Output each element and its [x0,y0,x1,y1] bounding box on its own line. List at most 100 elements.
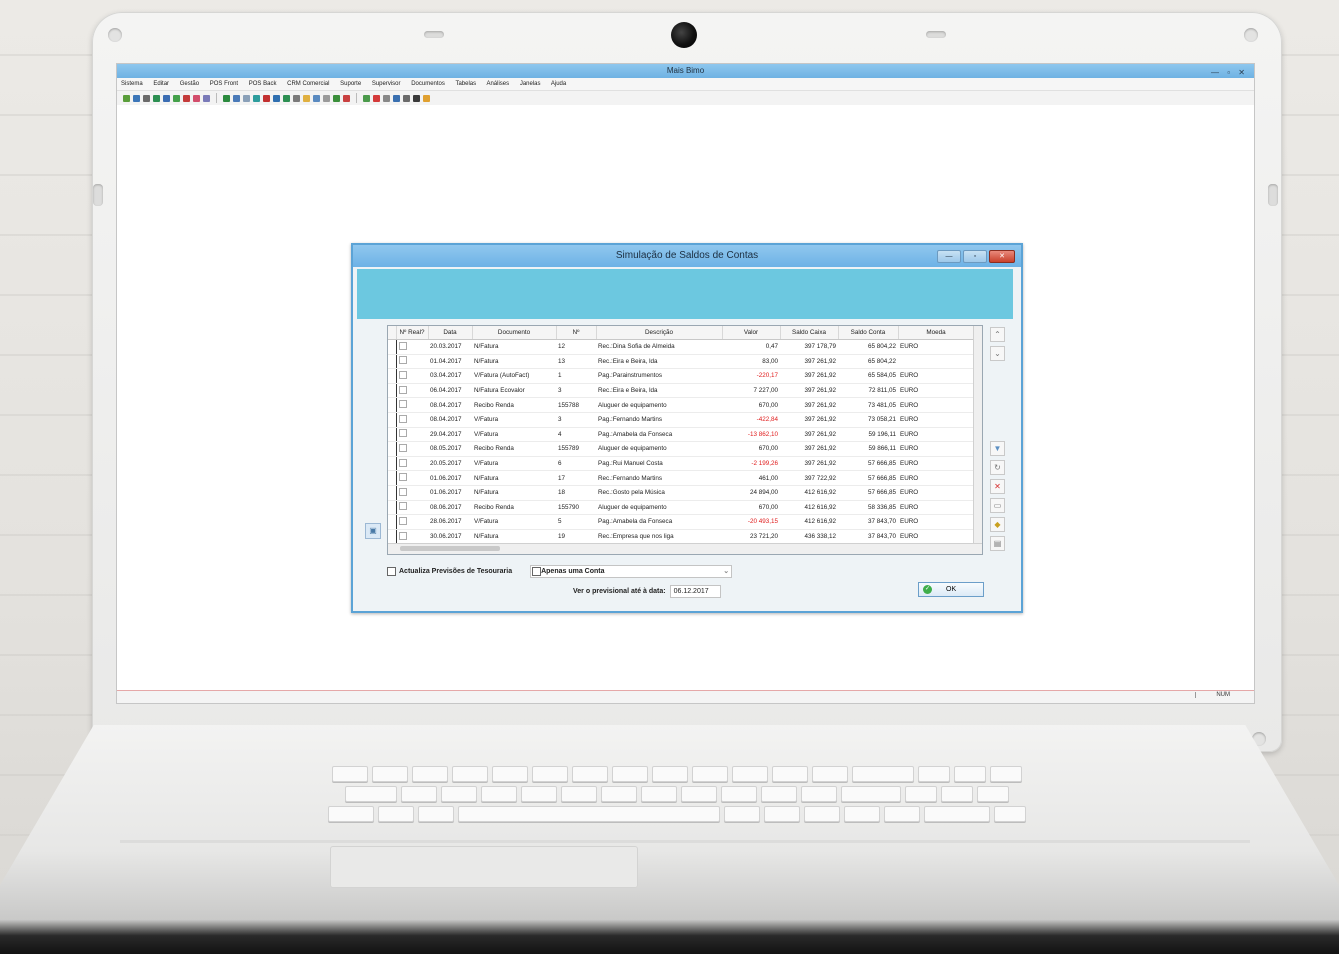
menu-editar[interactable]: Editar [153,81,169,87]
key[interactable] [977,786,1009,802]
key[interactable] [994,806,1026,822]
refresh-icon[interactable]: ↻ [990,460,1005,475]
ok-button[interactable]: ✓ OK [918,582,984,597]
calendar-icon[interactable]: ▣ [365,523,381,539]
real-checkbox[interactable] [398,400,407,409]
key[interactable] [772,766,808,782]
key[interactable] [764,806,800,822]
key[interactable] [681,786,717,802]
toolbar-icon[interactable] [323,94,330,102]
toolbar-icon[interactable] [153,94,160,102]
toolbar-icon[interactable] [163,94,170,102]
table-row[interactable]: 29.04.2017 V/Fatura 4 Pag.:Amabela da Fonse… [388,427,974,443]
key[interactable] [692,766,728,782]
scroll-up-icon[interactable]: ⌃ [990,327,1005,342]
real-checkbox[interactable] [398,370,407,379]
toolbar-icon[interactable] [193,94,200,102]
only-one-account-combo[interactable]: Apenas uma Conta ⌄ [530,565,733,578]
menu-ajuda[interactable]: Ajuda [551,81,566,87]
real-checkbox[interactable] [398,385,407,394]
table-row[interactable]: 06.04.2017 N/Fatura Ecovalor 3 Rec.:Eira e … [388,383,974,399]
table-row[interactable]: 28.06.2017 V/Fatura 5 Pag.:Amabela da Fonse… [388,514,974,530]
menu-supervisor[interactable]: Supervisor [372,81,401,87]
key[interactable] [812,766,848,782]
toolbar-icon[interactable] [283,94,290,102]
key[interactable] [990,766,1022,782]
key[interactable] [954,766,986,782]
scroll-down-icon[interactable]: ⌄ [990,346,1005,361]
table-row[interactable]: 20.05.2017 V/Fatura 6 Pag.:Rui Manuel Costa… [388,456,974,472]
key[interactable] [841,786,901,802]
real-checkbox[interactable] [398,429,407,438]
document-icon[interactable]: ▭ [990,498,1005,513]
column-header-value[interactable]: Valor [722,326,781,340]
key[interactable] [801,786,837,802]
column-header-description[interactable]: Descrição [596,326,723,340]
column-header-document[interactable]: Documento [472,326,557,340]
menu-pos-back[interactable]: POS Back [249,81,277,87]
toolbar-icon[interactable] [393,94,400,102]
table-row[interactable]: 20.03.2017 N/Fatura 12 Rec.:Dina Sofia de A… [388,339,974,355]
toolbar-icon[interactable] [383,94,390,102]
forecast-date-field[interactable]: 06.12.2017 [669,585,721,598]
real-checkbox[interactable] [398,356,407,365]
key[interactable] [481,786,517,802]
toolbar-icon[interactable] [183,94,190,102]
column-header-number[interactable]: Nº [556,326,597,340]
update-forecasts-checkbox[interactable]: Actualiza Previsões de Tesouraria [387,567,512,576]
key[interactable] [418,806,454,822]
toolbar-icon[interactable] [293,94,300,102]
real-checkbox[interactable] [398,414,407,423]
toolbar-icon[interactable] [303,94,310,102]
key[interactable] [328,806,374,822]
real-checkbox[interactable] [398,516,407,525]
table-row[interactable]: 01.06.2017 N/Fatura 17 Rec.:Fernando Martin… [388,470,974,486]
key[interactable] [732,766,768,782]
toolbar-icon[interactable] [333,94,340,102]
column-header-account-balance[interactable]: Saldo Conta [838,326,899,340]
key[interactable] [884,806,920,822]
toolbar-icon[interactable] [403,94,410,102]
column-header-date[interactable]: Data [428,326,473,340]
checkbox-box[interactable] [532,567,542,576]
key[interactable] [572,766,608,782]
toolbar-icon[interactable] [413,94,420,102]
key[interactable] [532,766,568,782]
table-row[interactable]: 01.06.2017 N/Fatura 18 Rec.:Gosto pela Músi… [388,485,974,501]
toolbar-icon[interactable] [203,94,210,102]
menu-pos-front[interactable]: POS Front [210,81,238,87]
filter-icon[interactable]: ▼ [990,441,1005,456]
toolbar-icon[interactable] [173,94,180,102]
dialog-minimize-button[interactable]: — [937,250,961,263]
key[interactable] [345,786,397,802]
delete-icon[interactable]: ✕ [990,479,1005,494]
key[interactable] [905,786,937,802]
menu-analises[interactable]: Análises [486,81,509,87]
table-row[interactable]: 03.04.2017 V/Fatura (AutoFact) 1 Pag.:Parai… [388,368,974,384]
key[interactable] [721,786,757,802]
table-row[interactable]: 08.06.2017 Recibo Renda 155790 Aluguer de e… [388,500,974,516]
toolbar-icon[interactable] [423,94,430,102]
real-checkbox[interactable] [398,487,407,496]
toolbar-icon[interactable] [123,94,130,102]
real-checkbox[interactable] [398,531,407,540]
key[interactable] [521,786,557,802]
key[interactable] [492,766,528,782]
toolbar-icon[interactable] [223,94,230,102]
key[interactable] [561,786,597,802]
menu-gestao[interactable]: Gestão [180,81,199,87]
key[interactable] [372,766,408,782]
column-header-cash-balance[interactable]: Saldo Caixa [780,326,839,340]
key[interactable] [941,786,973,802]
toolbar-icon[interactable] [143,94,150,102]
toolbar-icon[interactable] [133,94,140,102]
column-header-currency[interactable]: Moeda [898,326,975,340]
checkbox-box[interactable] [387,567,396,576]
touchpad[interactable] [330,846,638,888]
grid-horizontal-scroll-thumb[interactable] [400,546,500,551]
key[interactable] [844,806,880,822]
key[interactable] [641,786,677,802]
dialog-maximize-button[interactable]: ▫ [963,250,987,263]
print-icon[interactable]: ▤ [990,536,1005,551]
key[interactable] [601,786,637,802]
